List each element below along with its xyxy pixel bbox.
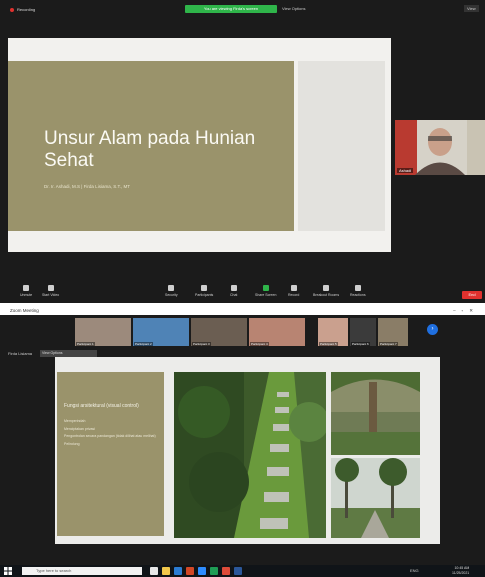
participant-tile[interactable]: Participant 2 (133, 318, 189, 346)
grid-icon (323, 285, 330, 291)
unmute-button[interactable]: Unmute (20, 285, 32, 297)
task-view-icon[interactable] (150, 567, 158, 575)
screen-share-banner: You are viewing Firda's screen (185, 5, 277, 13)
window-title: Zoom Meeting (10, 308, 39, 313)
chevron-right-icon: › (431, 326, 434, 332)
participant-tile[interactable]: Participant 7 (378, 318, 408, 346)
slide-side-panel (298, 61, 385, 231)
record-button[interactable]: Record (288, 285, 299, 297)
list-item: Menciptakan privasi (64, 426, 95, 431)
smile-icon (354, 285, 361, 291)
garden-path-photo (174, 372, 326, 538)
clock-time: 10:45 AM (454, 566, 470, 570)
slide-text-panel (57, 372, 164, 536)
participant-tile[interactable]: Participant 6 (350, 318, 376, 346)
start-video-button[interactable]: Start Video (42, 285, 59, 297)
view-button[interactable]: View (464, 5, 479, 12)
share-screen-icon (262, 285, 269, 291)
chat-icon (230, 285, 237, 291)
security-button[interactable]: Security (165, 285, 178, 297)
shield-icon (168, 285, 175, 291)
breakout-rooms-button[interactable]: Breakout Rooms (313, 285, 339, 297)
record-icon (290, 285, 297, 291)
file-explorer-icon[interactable] (162, 567, 170, 575)
recording-indicator[interactable]: Recording (10, 7, 35, 12)
tree-canopy-photo (331, 372, 420, 455)
slide-title: Unsur Alam pada Hunian Sehat (44, 128, 256, 171)
word-icon[interactable] (234, 567, 242, 575)
people-icon (201, 285, 208, 291)
chat-button[interactable]: Chat (230, 285, 237, 297)
next-page-button[interactable]: › (427, 324, 438, 335)
window-titlebar: Zoom Meeting –▫✕ (0, 306, 485, 315)
excel-icon[interactable] (210, 567, 218, 575)
window-controls[interactable]: –▫✕ (453, 306, 479, 315)
participant-tile[interactable]: Participant 3 (191, 318, 247, 346)
list-item: Pelindung (64, 441, 80, 446)
view-options-button[interactable]: View Options (40, 350, 97, 357)
recording-label: Recording (17, 7, 36, 12)
slide-heading: Fungsi arsitektural (visual control) (64, 403, 139, 409)
sharing-user-label: Firda Lisiama (8, 351, 33, 356)
speaker-name: Ashadi (397, 168, 414, 173)
meeting-toolbar: Unmute Start Video Security Participants… (0, 285, 485, 303)
participant-tile[interactable]: Participant 5 (318, 318, 348, 346)
list-item: Memperindah (64, 419, 86, 423)
taskbar-clock[interactable]: 10:45 AM 11/25/2021 (452, 566, 469, 575)
palm-trees-photo (331, 458, 420, 538)
camera-icon (47, 285, 54, 291)
taskbar-search-input[interactable]: Type here to search (22, 567, 142, 575)
share-screen-button[interactable]: Share Screen (255, 285, 276, 297)
list-item: Pengontrolan secara pandangan (tidak dil… (64, 434, 156, 439)
end-meeting-button[interactable]: End (462, 291, 482, 299)
windows-start-icon[interactable] (4, 567, 12, 575)
speaker-video-tile[interactable] (395, 120, 485, 175)
powerpoint-icon[interactable] (186, 567, 194, 575)
chrome-icon[interactable] (222, 567, 230, 575)
participant-tile[interactable]: Participant 1 (75, 318, 131, 346)
participant-tile[interactable]: Participant 4 (249, 318, 305, 346)
microphone-icon (23, 285, 30, 291)
record-dot-icon (10, 7, 14, 12)
slide-bullet-list: Memperindah Menciptakan privasi Pengontr… (64, 419, 159, 449)
reactions-button[interactable]: Reactions (350, 285, 366, 297)
participants-button[interactable]: Participants (195, 285, 213, 297)
zoom-app-icon[interactable] (198, 567, 206, 575)
edge-browser-icon[interactable] (174, 567, 182, 575)
clock-date: 11/25/2021 (452, 570, 470, 575)
speaker-video-image (395, 120, 485, 175)
slide-subtitle: Dr. Ir. Ashadi, M.S | Firda Lisiama, S.T… (44, 184, 130, 189)
view-options-button[interactable]: View Options (282, 5, 306, 13)
system-tray[interactable]: ENG (410, 568, 419, 573)
